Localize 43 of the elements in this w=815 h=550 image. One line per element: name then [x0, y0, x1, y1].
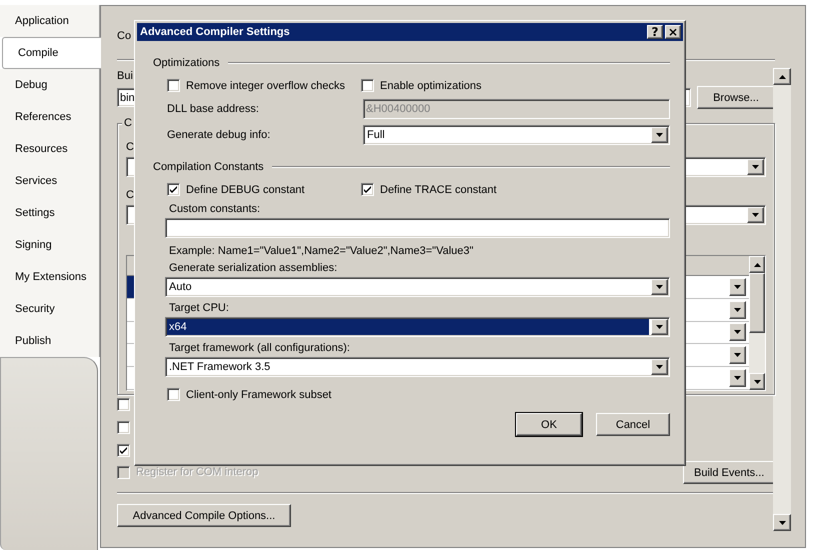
field-label: Target CPU: [169, 302, 230, 314]
tab[interactable]: My Extensions [0, 261, 100, 293]
combo-value: x64 [167, 319, 649, 335]
tab[interactable]: References [0, 101, 100, 133]
close-button[interactable]: × [665, 25, 681, 39]
combo-box[interactable]: Auto [165, 277, 670, 297]
window-title: Advanced Compiler Settings [140, 26, 291, 38]
checkbox-label: Define TRACE constant [380, 184, 497, 196]
checkbox-label: Client-only Framework subset [186, 388, 332, 400]
checkbox-label: Remove integer overflow checks [186, 80, 345, 92]
field-label: DLL base address: [167, 103, 260, 115]
browse-button[interactable]: Browse... [697, 86, 775, 109]
field-label: Generate serialization assemblies: [169, 262, 338, 274]
checkbox-label: Define DEBUG constant [186, 184, 305, 196]
section-heading: Optimizations [153, 57, 220, 69]
tab[interactable]: Security [0, 293, 100, 325]
field-label: Generate debug info: [167, 129, 272, 141]
tab[interactable]: Signing [0, 229, 100, 261]
dialog-button[interactable]: OK [516, 413, 582, 436]
advanced-options-button[interactable]: Advanced Compile Options... [117, 504, 291, 527]
section-heading: Co [117, 30, 132, 42]
combo-box[interactable]: x64 [165, 317, 670, 337]
tab[interactable]: Debug [0, 69, 100, 101]
group-title: C [122, 117, 134, 129]
combo-box[interactable]: Full [363, 125, 670, 145]
field-label: C [126, 189, 134, 201]
field-label: Custom constants: [169, 203, 262, 215]
tab[interactable]: Application [0, 5, 100, 37]
field-label: C [126, 141, 134, 153]
field-label: Bui [117, 70, 133, 82]
hint-text: Example: Name1="Value1",Name2="Value2",Name3="Value3" [169, 245, 474, 257]
tab[interactable]: Resources [0, 133, 100, 165]
build-events-button[interactable]: Build Events... [683, 461, 775, 484]
tab[interactable]: Settings [0, 197, 100, 229]
tab[interactable]: Services [0, 165, 100, 197]
combo-box[interactable]: .NET Framework 3.5 [165, 357, 670, 377]
help-button[interactable]: ? [647, 25, 663, 39]
dialog-button[interactable]: Cancel [596, 413, 670, 436]
checkbox-label: Enable optimizations [380, 80, 482, 92]
section-heading: Compilation Constants [153, 161, 264, 173]
tab[interactable]: Publish [0, 325, 100, 357]
tab[interactable]: Compile [2, 37, 101, 69]
field-label: Target framework (all configurations): [169, 342, 351, 354]
